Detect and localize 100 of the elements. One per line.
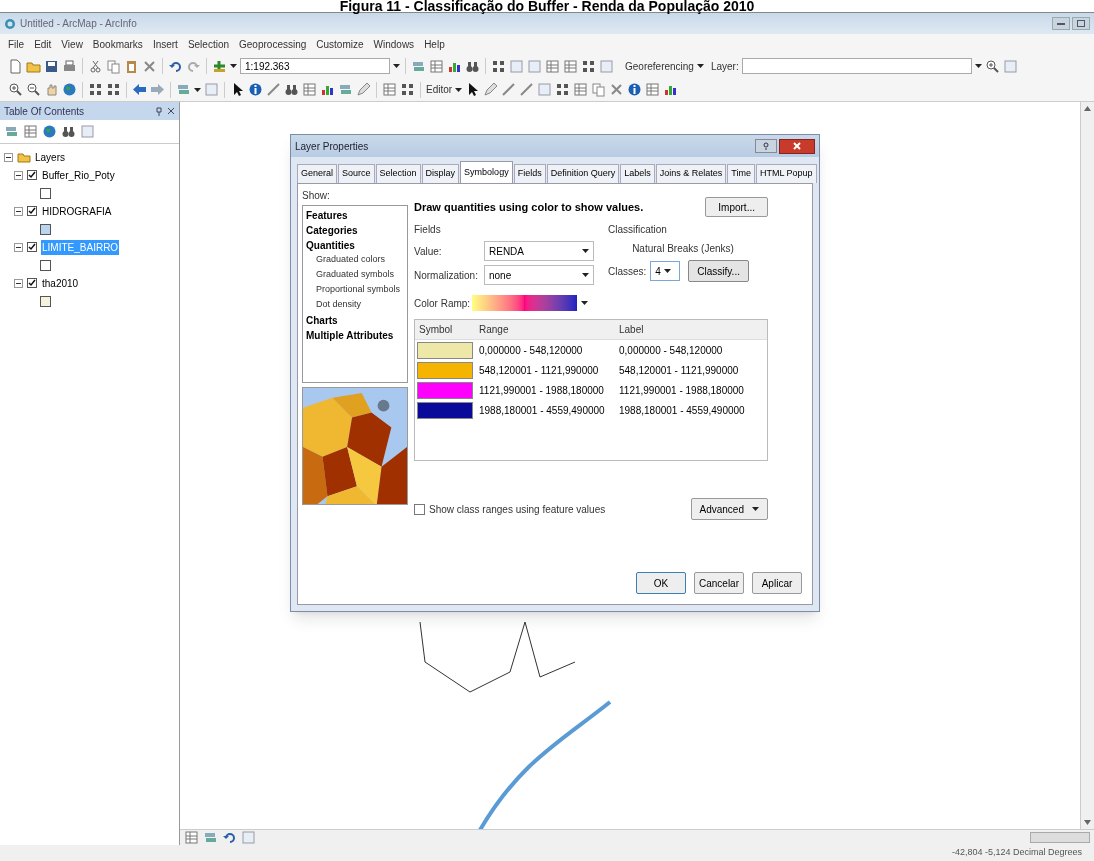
tab[interactable]: Selection [375,164,421,183]
menu-item[interactable]: Selection [187,36,230,52]
tab[interactable]: Labels [620,164,655,183]
classify-button[interactable]: Classify... [688,260,749,282]
close-button[interactable] [779,138,815,154]
layers-icon[interactable] [203,830,218,845]
pin-icon[interactable] [155,106,163,116]
symbol-swatch[interactable] [417,341,473,359]
dialog-button[interactable]: Cancelar [694,572,744,594]
list-item[interactable]: Dot density [306,298,404,313]
checkbox[interactable] [27,206,37,216]
grid-icon[interactable] [555,82,571,97]
binoculars-icon[interactable] [284,82,299,97]
list-item[interactable]: Quantities [306,238,404,253]
table-icon[interactable] [563,58,578,74]
symbol-swatch[interactable] [417,381,473,399]
layer-name[interactable]: HIDROGRAFIA [41,203,113,219]
menu-item[interactable]: Customize [316,36,364,52]
layer-field[interactable] [741,58,972,74]
list-item[interactable]: Multiple Attributes [306,328,404,343]
close-icon[interactable] [167,107,175,115]
menu-item[interactable]: Bookmarks [92,36,143,52]
help-button[interactable] [755,139,777,153]
line-icon[interactable] [266,82,281,97]
dialog-button[interactable]: Aplicar [752,572,802,594]
menu-item[interactable]: Geoprocessing [239,36,307,52]
dropdown[interactable]: RENDA [484,241,594,261]
list-item[interactable]: Categories [306,223,404,238]
table-icon[interactable] [545,58,560,74]
line-icon[interactable] [519,82,535,97]
back-arrow-icon[interactable] [132,82,147,97]
info-icon[interactable] [627,82,643,97]
menu-item[interactable]: View [61,36,83,52]
menu-item[interactable]: Help [424,36,445,52]
collapse-icon[interactable] [14,278,23,288]
checkbox[interactable] [27,278,37,288]
column-header[interactable]: Symbol [415,322,479,337]
grid-icon[interactable] [106,82,121,97]
symbol-swatch[interactable] [417,401,473,419]
symbol-swatch[interactable] [417,361,473,379]
scale-field[interactable]: 1:192.363 [240,58,390,74]
tab[interactable]: General [297,164,338,183]
grid-icon[interactable] [88,82,103,97]
list-item[interactable]: Features [306,208,404,223]
tab[interactable]: Fields [513,164,546,183]
tab[interactable]: Joins & Relates [655,164,727,183]
grid-icon[interactable] [400,82,415,97]
caret-icon[interactable] [696,64,704,68]
zoom-in-icon[interactable] [8,82,23,97]
tab[interactable]: Source [338,164,375,183]
table-icon[interactable] [23,124,38,139]
list-item[interactable]: Proportional symbols [306,283,404,298]
checkbox[interactable] [27,242,37,252]
classes-dropdown[interactable]: 4 [650,261,681,281]
checkbox[interactable] [414,503,425,515]
caret-icon[interactable] [393,64,400,68]
dropdown[interactable]: none [484,265,594,285]
pencil-icon[interactable] [356,82,371,97]
scroll-down-icon[interactable] [1084,820,1091,825]
list-item[interactable]: Graduated colors [306,253,404,268]
zoom-out-icon[interactable] [26,82,41,97]
copy-icon[interactable] [591,82,607,97]
copy-icon[interactable] [106,58,121,74]
list-item[interactable]: Graduated symbols [306,268,404,283]
layer-name[interactable]: Buffer_Rio_Poty [41,167,116,183]
tab[interactable]: HTML Popup [755,164,817,183]
caret-icon[interactable] [230,64,237,68]
new-file-icon[interactable] [8,58,23,74]
caret-icon[interactable] [974,64,982,68]
save-icon[interactable] [44,58,59,74]
menu-item[interactable]: File [8,36,25,52]
list-item[interactable]: Charts [306,313,404,328]
collapse-icon[interactable] [14,170,23,180]
editor-menu[interactable]: Editor [426,82,453,97]
undo-icon[interactable] [222,830,237,845]
globe-icon[interactable] [42,124,57,139]
import-button[interactable]: Import... [705,197,768,217]
caret-icon[interactable] [194,87,201,92]
line-icon[interactable] [501,82,517,97]
menu-item[interactable]: Insert [152,36,178,52]
tab[interactable]: Definition Query [546,164,620,183]
info-icon[interactable] [248,82,263,97]
table-icon[interactable] [382,82,397,97]
menu-item[interactable]: Edit [34,36,52,52]
globe-icon[interactable] [62,82,77,97]
advanced-button[interactable]: Advanced [690,498,768,520]
column-header[interactable]: Label [619,322,767,337]
menu-item[interactable]: Windows [373,36,415,52]
clipboard-icon[interactable] [124,58,139,74]
scroll-up-icon[interactable] [1084,106,1091,111]
delete-icon[interactable] [609,82,625,97]
caret-icon[interactable] [455,87,463,92]
collapse-icon[interactable] [14,206,23,216]
printer-icon[interactable] [62,58,77,74]
collapse-icon[interactable] [14,242,23,252]
zoom-in-icon[interactable] [984,58,1000,74]
scrollbar-thumb[interactable] [1030,832,1090,843]
collapse-icon[interactable] [4,152,13,162]
delete-icon[interactable] [142,58,157,74]
add-data-icon[interactable] [212,58,227,74]
